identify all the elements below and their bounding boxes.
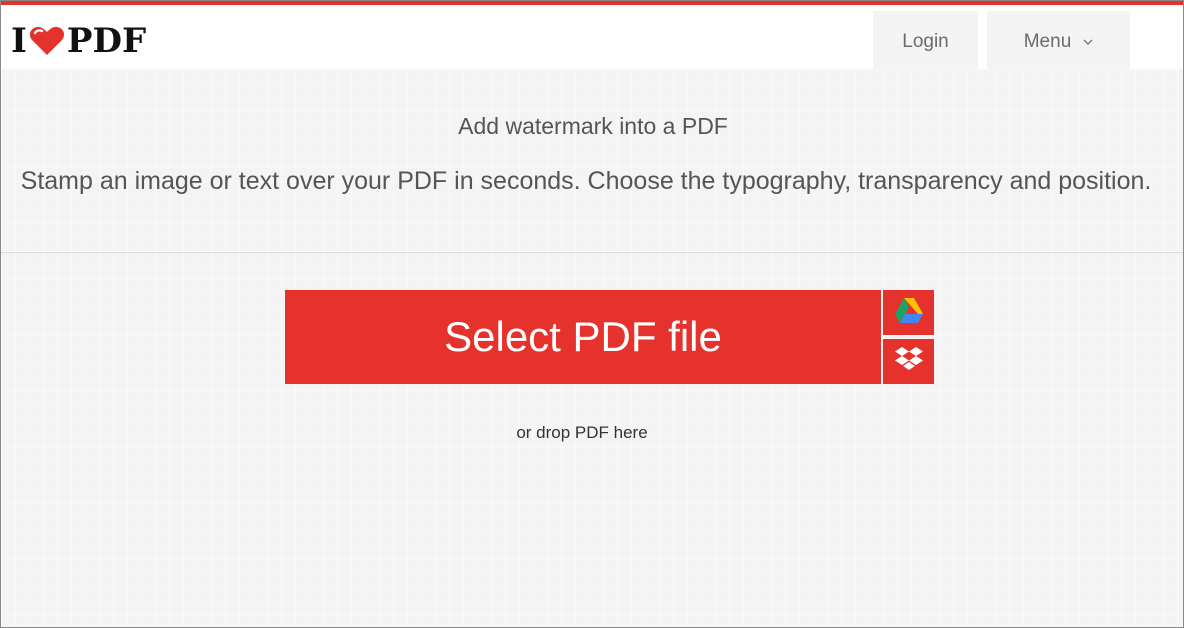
select-pdf-label: Select PDF file [444,313,722,360]
google-drive-icon [894,297,924,329]
drop-hint: or drop PDF here [516,423,648,442]
heart-icon [29,25,65,57]
logo-text-right: PDF [66,21,147,61]
logo-text-left: I [11,21,27,61]
login-button[interactable]: Login [873,11,978,73]
page-title: Add watermark into a PDF [458,113,728,139]
google-drive-button[interactable] [883,290,934,335]
dropbox-button[interactable] [883,339,934,384]
logo[interactable]: I PDF [11,21,147,61]
chevron-down-icon [1083,35,1093,49]
login-label: Login [902,31,949,52]
menu-label: Menu [1023,31,1072,52]
menu-button[interactable]: Menu [987,11,1130,73]
app-window: I PDF Login Menu Add watermark into a PD… [0,0,1184,628]
select-pdf-button[interactable]: Select PDF file [285,290,881,384]
divider [1,252,1183,253]
header: I PDF Login Menu [1,5,1183,73]
page-description: Stamp an image or text over your PDF in … [20,167,1152,195]
dropbox-icon [894,345,924,378]
